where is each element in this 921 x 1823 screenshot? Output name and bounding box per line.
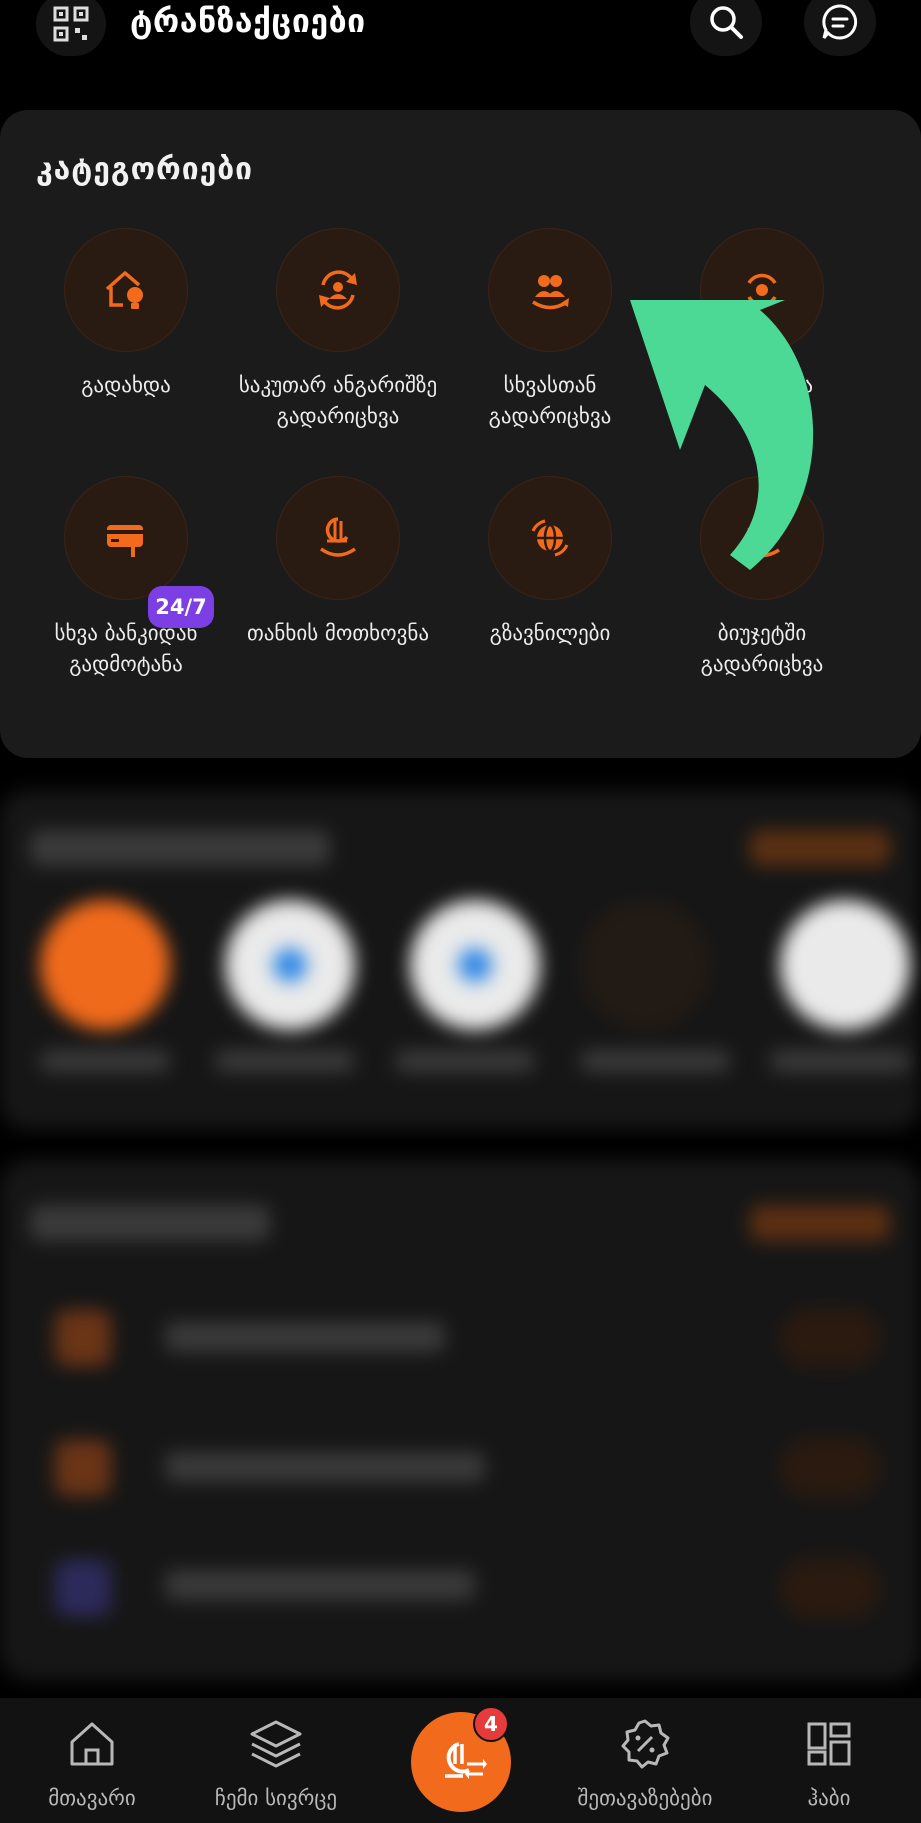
category-own-account-transfer[interactable]: საკუთარ ანგარიშზე გადარიცხვა bbox=[232, 228, 444, 432]
category-icon-circle bbox=[276, 228, 400, 352]
money-request-icon bbox=[319, 517, 357, 557]
home-icon bbox=[70, 1722, 114, 1766]
layers-icon bbox=[250, 1720, 302, 1768]
discount-badge-icon bbox=[621, 1719, 670, 1769]
category-label: თანხის მოთხოვნა bbox=[246, 621, 430, 645]
category-money-request[interactable]: თანხის მოთხოვნა bbox=[232, 476, 444, 649]
category-label: გზავნილები bbox=[489, 621, 611, 645]
nav-offers[interactable]: შეთავაზებები bbox=[555, 1714, 735, 1810]
green-arrow-icon bbox=[630, 300, 814, 570]
category-icon-circle bbox=[64, 476, 188, 600]
category-icon-circle bbox=[276, 476, 400, 600]
chat-icon bbox=[822, 4, 858, 40]
qr-button[interactable] bbox=[36, 0, 106, 56]
category-from-other-bank[interactable]: სხვა ბანკიდან გადმოტანა bbox=[20, 476, 232, 680]
blurred-favorites-section bbox=[0, 790, 921, 1130]
nav-hub[interactable]: ჰაბი bbox=[739, 1714, 919, 1810]
category-icon-circle bbox=[64, 228, 188, 352]
category-icon-circle bbox=[488, 476, 612, 600]
grid-icon bbox=[807, 1722, 851, 1766]
people-transfer-icon bbox=[532, 275, 569, 310]
globe-transfer-icon bbox=[531, 519, 569, 557]
search-icon bbox=[710, 6, 743, 39]
search-button[interactable] bbox=[690, 0, 762, 56]
self-transfer-icon bbox=[319, 270, 357, 310]
category-label: საკუთარ ანგარიშზე გადარიცხვა bbox=[238, 373, 438, 428]
nav-label: მთავარი bbox=[48, 1786, 136, 1810]
bottom-navigation: მთავარი ჩემი სივრცე 4 შეთავაზებები ჰაბი bbox=[0, 1698, 921, 1823]
page-title: ტრანზაქციები bbox=[130, 2, 366, 40]
category-label: გადახდა bbox=[81, 373, 171, 397]
nav-my-space[interactable]: ჩემი სივრცე bbox=[186, 1714, 366, 1810]
nav-home[interactable]: მთავარი bbox=[2, 1714, 182, 1810]
notification-badge: 4 bbox=[473, 1706, 509, 1742]
nav-label: შეთავაზებები bbox=[577, 1786, 713, 1810]
availability-badge: 24/7 bbox=[148, 586, 214, 628]
bank-card-upload-icon bbox=[107, 525, 143, 557]
category-label: ბიუჯეტში გადარიცხვა bbox=[700, 621, 824, 676]
chat-button[interactable] bbox=[804, 0, 876, 56]
category-icon-circle bbox=[488, 228, 612, 352]
app-header: ტრანზაქციები bbox=[0, 0, 921, 80]
blurred-templates-section bbox=[0, 1160, 921, 1680]
qr-code-icon bbox=[53, 6, 89, 42]
lari-transfer-icon bbox=[445, 1742, 487, 1779]
house-bulb-icon bbox=[105, 271, 143, 309]
nav-label: ჰაბი bbox=[807, 1786, 851, 1810]
category-payment[interactable]: გადახდა bbox=[20, 228, 232, 401]
categories-heading: კატეგორიები bbox=[36, 152, 254, 187]
nav-label: ჩემი სივრცე bbox=[214, 1786, 338, 1810]
